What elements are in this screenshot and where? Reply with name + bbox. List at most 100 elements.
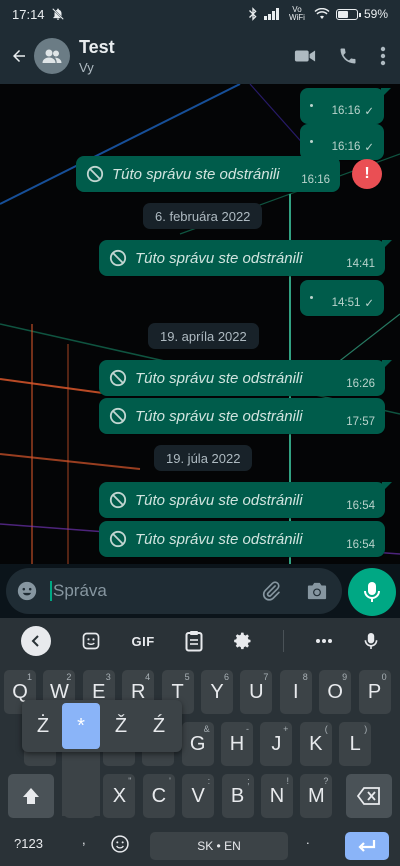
accent-option[interactable]: Ž [102,700,140,752]
message-text: Túto správu ste odstránili [135,249,303,267]
shift-icon [23,788,39,804]
key-l[interactable]: L) [339,722,372,766]
toolbar-divider [283,630,285,652]
message-text: Túto správu ste odstránili [112,165,280,183]
camera-icon [307,582,327,600]
key-g[interactable]: G & [181,722,214,766]
more-horiz-icon[interactable] [315,638,333,644]
group-avatar[interactable] [34,38,70,74]
accent-option[interactable]: Ź [140,700,178,752]
key-hint: 7 [263,672,269,682]
attach-button[interactable] [260,568,282,614]
date-divider: 19. apríla 2022 [148,323,259,349]
blocked-icon [109,491,127,509]
chat-title-block[interactable]: Test Vy [79,37,115,75]
phone-icon[interactable] [338,46,358,66]
message-time: 17:57 [346,416,375,428]
deleted-message-bubble[interactable]: Túto správu ste odstránili 17:57 [99,398,385,434]
key-hint: " [128,776,132,786]
read-check-icon: ✓ [364,142,374,154]
camera-button[interactable] [306,568,328,614]
message-text: Túto správu ste odstránili [135,369,303,387]
message-bubble[interactable]: 14:51 ✓ [300,280,384,316]
blocked-icon [109,369,127,387]
settings-gear-icon[interactable] [233,631,253,651]
deleted-message-bubble[interactable]: Túto správu ste odstránili 14:41 [99,240,392,276]
space-bar[interactable]: SK • EN [150,832,288,860]
key-m[interactable]: M? [300,774,333,818]
blocked-icon [109,530,127,548]
message-time: 14:41 [346,258,375,270]
key-label: H [229,732,245,755]
key-hint: 2 [66,672,72,682]
back-button[interactable] [4,28,34,84]
emoji-key-icon[interactable] [110,834,130,854]
message-input-box[interactable] [6,568,342,614]
message-dot [310,296,313,299]
key-v[interactable]: V: [182,774,215,818]
accent-option-selected[interactable]: * [62,703,100,749]
voice-typing-icon[interactable] [363,630,379,652]
keyboard-collapse-button[interactable] [21,626,52,656]
key-b[interactable]: B; [221,774,254,818]
voice-record-button[interactable] [348,568,396,616]
emoji-icon [17,581,37,601]
key-label: I [293,680,299,703]
deleted-message-bubble[interactable]: Túto správu ste odstránili 16:54 [99,482,392,518]
backspace-icon [357,787,380,805]
gif-button[interactable]: GIF [132,634,155,649]
deleted-message-bubble[interactable]: Túto správu ste odstránili 16:54 [99,521,385,557]
date-divider: 19. júla 2022 [154,445,253,471]
mute-bell-icon [51,8,64,20]
key-label: N [269,784,285,807]
accent-option[interactable]: Ż [24,700,62,752]
message-time: 16:54 [346,539,375,551]
key-hint: 1 [26,672,32,682]
key-label: K [309,732,323,755]
video-call-icon[interactable] [294,48,316,64]
message-bubble[interactable]: 16:16 ✓ [300,88,391,124]
key-u[interactable]: U7 [240,670,273,714]
key-label: C [151,784,167,807]
chat-area[interactable]: 16:16 ✓ 16:16 ✓ Túto správu ste odstránili… [0,84,400,564]
key-j[interactable]: J + [260,722,293,766]
clipboard-icon[interactable] [185,630,203,652]
symbols-key[interactable]: ?123 [14,836,43,851]
message-input[interactable] [53,581,253,601]
shift-key[interactable] [8,774,54,818]
period-key[interactable]: . [306,832,310,847]
key-y[interactable]: Y6 [201,670,233,714]
read-check-icon: ✓ [364,298,374,310]
key-h[interactable]: H- [221,722,253,766]
arrow-left-icon [13,50,25,62]
key-label: V [191,784,205,807]
message-bubble[interactable]: 16:16 ✓ [300,124,384,160]
key-x[interactable]: X " [103,774,136,818]
more-vert-icon[interactable] [380,46,386,66]
deleted-message-bubble[interactable]: Túto správu ste odstránili 16:26 [99,360,392,396]
comma-key[interactable]: , [82,832,86,847]
key-i[interactable]: I8 [279,670,312,714]
send-error-icon[interactable]: ! [352,159,382,189]
deleted-message-bubble[interactable]: Túto správu ste odstránili 16:16 [76,156,340,192]
enter-key[interactable] [345,832,389,860]
message-dot [310,104,313,107]
key-n[interactable]: N! [261,774,293,818]
key-hint: : [207,776,211,786]
key-label: B [230,784,245,807]
key-o[interactable]: O9 [319,670,352,714]
emoji-button[interactable] [6,580,48,602]
key-hint: ' [169,776,171,786]
backspace-key[interactable] [346,774,392,818]
message-dot [310,140,313,143]
key-c[interactable]: C ' [142,774,175,818]
date-divider: 6. februára 2022 [143,203,263,229]
key-p[interactable]: P0 [358,670,391,714]
chat-subtitle: Vy [79,60,94,75]
vowifi-label: Vo WiFi [288,5,305,22]
blocked-icon [86,165,104,183]
key-k[interactable]: K( [299,722,332,766]
group-icon [42,49,62,63]
microphone-icon [364,582,380,602]
sticker-icon[interactable] [81,631,101,651]
